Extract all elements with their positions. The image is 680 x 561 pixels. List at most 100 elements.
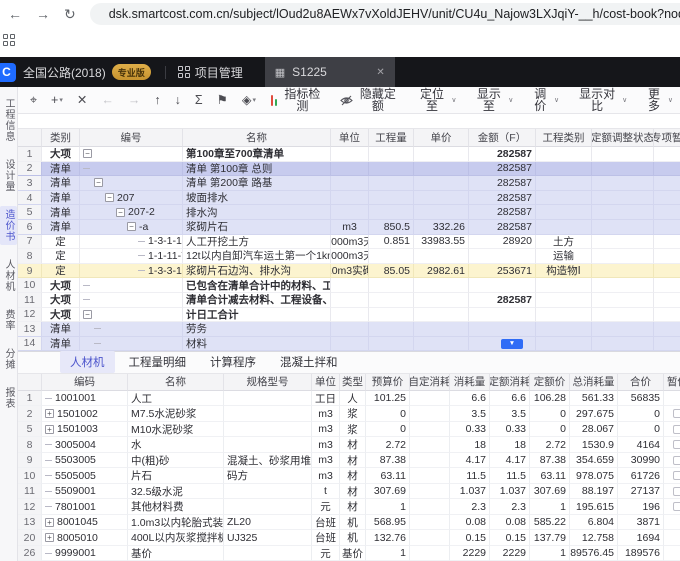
cell-unit[interactable]: 台班 [312,515,340,531]
cell-work-category[interactable] [536,322,592,337]
cell-name[interactable]: M7.5水泥砂浆 [128,406,224,422]
cell-unit-price[interactable]: 33983.55 [414,235,469,250]
cell-total-price[interactable]: 196 [618,499,664,515]
cell-usage[interactable]: 1.037 [450,484,490,500]
cell-special-estimate[interactable] [654,162,680,177]
cell-category[interactable]: 清单 [42,162,80,177]
cell-quota-usage[interactable]: 0.33 [490,422,530,438]
cell-quantity[interactable] [369,147,414,162]
cell-work-category[interactable] [536,337,592,351]
cell-quantity[interactable] [369,308,414,323]
cell-usage[interactable]: 4.17 [450,453,490,469]
cell-name[interactable]: 材料 [183,337,331,351]
locate-to-button[interactable]: 定位至∨ [409,87,464,114]
delete-button[interactable]: ✕ [71,92,93,109]
cell-custom-usage[interactable] [410,530,450,546]
cell-unit-price[interactable] [414,249,469,264]
expand-icon[interactable]: + [45,425,54,434]
cell-estimate[interactable] [664,546,680,561]
cell-total-usage[interactable]: 88.197 [570,484,618,500]
cell-usage[interactable]: 2.3 [450,499,490,515]
sidebar-item-project-info[interactable]: 工程信息 [0,95,17,145]
cell-dropdown-button[interactable]: ▼ [501,339,523,349]
cell-unit[interactable]: t [312,484,340,500]
cell-custom-usage[interactable] [410,437,450,453]
cell-usage[interactable]: 18 [450,437,490,453]
cell-amount[interactable]: 282587 [469,220,536,235]
cell-estimate[interactable] [664,484,680,500]
cell-total-usage[interactable]: 1530.9 [570,437,618,453]
cell-category[interactable]: 大项 [42,147,80,162]
cell-work-category[interactable] [536,293,592,308]
cell-spec[interactable] [224,391,312,407]
cell-code[interactable]: +8005010 [42,530,128,546]
cell-amount[interactable]: 282587 [469,191,536,206]
expand-icon[interactable]: + [45,518,54,527]
cell-code[interactable] [80,162,183,177]
cell-usage[interactable]: 11.5 [450,468,490,484]
cell-quota-price[interactable]: 585.22 [530,515,570,531]
cell-quota-adjust-state[interactable] [592,147,654,162]
cell-custom-usage[interactable] [410,484,450,500]
cell-quantity[interactable] [369,205,414,220]
cell-spec[interactable]: 混凝土、砂浆用堆方 [224,453,312,469]
cell-budget-price[interactable]: 132.76 [366,530,410,546]
cell-unit[interactable] [331,191,369,206]
cell-work-category[interactable] [536,278,592,293]
cell-work-category[interactable]: 构造物Ⅰ [536,264,592,279]
estimate-checkbox[interactable] [673,487,680,496]
cell-quota-adjust-state[interactable] [592,220,654,235]
cell-spec[interactable] [224,406,312,422]
cell-unit[interactable]: 元 [312,546,340,561]
cell-quota-price[interactable]: 307.69 [530,484,570,500]
address-bar[interactable]: dsk.smartcost.com.cn/subject/lOud2u8AEWx… [90,3,680,25]
cell-budget-price[interactable]: 568.95 [366,515,410,531]
cell-name[interactable]: 片石 [128,468,224,484]
cell-quota-adjust-state[interactable] [592,249,654,264]
table-row[interactable]: 8定1-1-11-712t以内自卸汽车运土第一个1km1000m3天运输 [18,249,680,264]
cell-code[interactable]: 7801001 [42,499,128,515]
tab-labor-material-machine[interactable]: 人材机 [60,351,115,373]
cell-unit[interactable] [331,205,369,220]
tab-calc-program[interactable]: 计算程序 [200,351,266,373]
cell-code[interactable] [80,337,183,351]
cell-unit[interactable]: m3 [312,422,340,438]
cell-custom-usage[interactable] [410,546,450,561]
cell-total-price[interactable]: 3871 [618,515,664,531]
cell-unit-price[interactable] [414,147,469,162]
table-row[interactable]: 14清单材料▼ [18,337,680,351]
project-manage-icon[interactable] [178,66,190,78]
sidebar-item-rates[interactable]: 费率 [0,306,17,334]
estimate-checkbox[interactable] [673,456,680,465]
cell-category[interactable]: 清单 [42,191,80,206]
cell-special-estimate[interactable] [654,205,680,220]
sidebar-item-allocation[interactable]: 分摊 [0,345,17,373]
cell-estimate[interactable] [664,499,680,515]
table-row[interactable]: 9定1-3-3-1浆砌片石边沟、排水沟10m3实砌85.052982.61253… [18,264,680,279]
cell-type[interactable]: 材 [340,453,366,469]
cell-unit[interactable]: 台班 [312,530,340,546]
cell-quota-adjust-state[interactable] [592,322,654,337]
cell-special-estimate[interactable] [654,264,680,279]
cell-quota-price[interactable]: 0 [530,422,570,438]
cell-name[interactable]: 已包含在清单合计中的材料、工程设备 [183,278,331,293]
cell-estimate[interactable] [664,468,680,484]
cell-quota-adjust-state[interactable] [592,337,654,351]
cell-unit[interactable] [331,176,369,191]
cell-custom-usage[interactable] [410,515,450,531]
cell-budget-price[interactable]: 307.69 [366,484,410,500]
cell-custom-usage[interactable] [410,391,450,407]
cell-unit-price[interactable] [414,191,469,206]
cell-unit[interactable]: 1000m3天 [331,249,369,264]
cell-quota-adjust-state[interactable] [592,205,654,220]
cell-code[interactable] [80,322,183,337]
cell-unit[interactable]: m3 [331,220,369,235]
cell-usage[interactable]: 0.08 [450,515,490,531]
cell-estimate[interactable] [664,515,680,531]
cell-spec[interactable] [224,437,312,453]
cell-quota-usage[interactable]: 4.17 [490,453,530,469]
cell-type[interactable]: 材 [340,499,366,515]
resource-row[interactable]: 11001001人工工日人101.256.66.6106.28561.33568… [18,391,680,407]
arrow-down-button[interactable]: ↓ [169,92,187,109]
project-manage-button[interactable]: 项目管理 [195,64,243,81]
